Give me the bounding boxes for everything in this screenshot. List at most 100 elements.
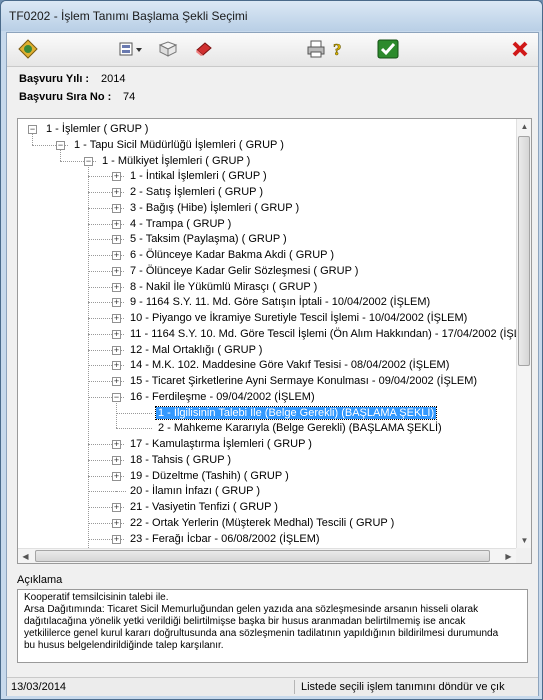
tree-node[interactable]: 10 - Piyango ve İkramiye Suretiyle Tesci…	[128, 310, 469, 326]
tree-node[interactable]: 2 - Mahkeme Kararıyla (Belge Gerekli) (B…	[156, 420, 444, 436]
sequence-label: Başvuru Sıra No :	[19, 91, 112, 103]
collapse-icon[interactable]: −	[112, 392, 121, 402]
tree-node[interactable]: 15 - Ticaret Şirketlerine Ayni Sermaye K…	[128, 373, 479, 389]
expand-icon[interactable]: +	[112, 503, 121, 512]
vertical-scroll-thumb[interactable]	[518, 136, 530, 366]
tree-node-label: 23 - Ferağı İcbar - 06/08/2002 (İŞLEM)	[130, 532, 320, 545]
expand-icon[interactable]: +	[112, 455, 121, 465]
tree-node[interactable]: 1 - İşlemler ( GRUP )	[44, 121, 150, 137]
description-line: yetkililerce genel kurul kararı doğrultu…	[24, 628, 499, 639]
scroll-up-icon[interactable]: ▲	[517, 119, 531, 134]
tree-node[interactable]: 2 - Satış İşlemleri ( GRUP )	[128, 184, 265, 200]
tree-node[interactable]: 5 - Taksim (Paylaşma) ( GRUP )	[128, 231, 289, 247]
status-bar: 13/03/2014 Listede seçili işlem tanımını…	[7, 677, 538, 696]
tree-node[interactable]: 1 - İntikal İşlemleri ( GRUP )	[128, 168, 269, 184]
tree-node-label: 22 - Ortak Yerlerin (Müşterek Medhal) Te…	[130, 516, 395, 529]
vertical-scrollbar[interactable]: ▲ ▼	[516, 119, 531, 548]
tree-node[interactable]: 1 - Mülkiyet İşlemleri ( GRUP )	[100, 153, 252, 169]
scroll-right-icon[interactable]: ▶	[501, 549, 516, 563]
tree-node[interactable]: 4 - Trampa ( GRUP )	[128, 216, 233, 232]
tree-node[interactable]: 17 - Kamulaştırma İşlemleri ( GRUP )	[128, 436, 314, 452]
tree-node-label: 21 - Vasiyetin Tenfizi ( GRUP )	[130, 501, 278, 513]
collapse-icon[interactable]: −	[28, 125, 37, 134]
expand-icon[interactable]: +	[112, 235, 121, 245]
tree-connector-line	[60, 148, 61, 161]
tree-node-label: 12 - Mal Ortaklığı ( GRUP )	[130, 343, 263, 356]
expand-icon[interactable]: +	[112, 329, 121, 339]
eraser-icon[interactable]	[193, 39, 215, 59]
expand-icon[interactable]: +	[112, 251, 121, 260]
tree-node[interactable]: 3 - Bağış (Hibe) İşlemleri ( GRUP )	[128, 200, 301, 216]
tree-node[interactable]: 8 - Nakil İle Yükümlü Mirasçı ( GRUP )	[128, 279, 319, 295]
expand-icon[interactable]: +	[112, 518, 121, 528]
scroll-corner	[516, 548, 531, 563]
description-label: Açıklama	[17, 574, 63, 586]
expand-icon[interactable]: +	[112, 361, 121, 371]
tree-node[interactable]: 23 - Ferağı İcbar - 06/08/2002 (İŞLEM)	[128, 531, 322, 547]
status-separator	[294, 680, 295, 694]
expand-icon[interactable]: +	[112, 188, 121, 197]
tree-node-label: 1 - Mülkiyet İşlemleri ( GRUP )	[102, 154, 251, 167]
collapse-icon[interactable]: −	[56, 140, 65, 150]
tree-connector-line	[116, 491, 126, 493]
scroll-left-icon[interactable]: ◀	[18, 549, 33, 563]
tree-node[interactable]: 1 - İlgilisinin Talebi İle (Belge Gerekl…	[154, 405, 438, 421]
expand-icon[interactable]: +	[112, 172, 121, 182]
description-line: Kooperatif temsilcisinin talebi ile.	[24, 592, 169, 603]
tree-node-label: 14 - M.K. 102. Maddesine Göre Vakıf Tesi…	[130, 359, 450, 372]
scroll-down-icon[interactable]: ▼	[517, 533, 531, 548]
title-bar: TF0202 - İşlem Tanımı Başlama Şekli Seçi…	[1, 1, 542, 31]
expand-icon[interactable]: +	[112, 440, 121, 449]
horizontal-scroll-thumb[interactable]	[35, 550, 490, 562]
expand-icon[interactable]: +	[112, 266, 121, 276]
tree-connector-line	[116, 412, 152, 414]
tree-node-label: 7 - Ölünceye Kadar Gelir Sözleşmesi ( GR…	[130, 264, 359, 277]
expand-icon[interactable]: +	[112, 203, 121, 213]
tree-node[interactable]: 12 - Mal Ortaklığı ( GRUP )	[128, 342, 264, 358]
sequence-value: 74	[123, 91, 136, 103]
tree-node[interactable]: 21 - Vasiyetin Tenfizi ( GRUP )	[128, 499, 280, 515]
expand-icon[interactable]: +	[112, 298, 121, 308]
tree-node[interactable]: 16 - Ferdileşme - 09/04/2002 (İŞLEM)	[128, 389, 317, 405]
operation-tree[interactable]: −1 - İşlemler ( GRUP ) −1 - Tapu Sicil Mü…	[17, 118, 532, 564]
description-box: Kooperatif temsilcisinin talebi ile. Ars…	[17, 589, 528, 663]
help-icon[interactable]: ?	[327, 39, 349, 59]
printer-icon[interactable]	[305, 39, 327, 59]
expand-icon[interactable]: +	[112, 314, 121, 323]
expand-icon[interactable]: +	[112, 534, 121, 544]
tree-node-label: 3 - Bağış (Hibe) İşlemleri ( GRUP )	[130, 201, 300, 214]
tree-node[interactable]: 14 - M.K. 102. Maddesine Göre Vakıf Tesi…	[128, 357, 451, 373]
tree-node-label: 4 - Trampa ( GRUP )	[130, 217, 232, 230]
refresh-icon[interactable]	[17, 39, 39, 59]
tree-node[interactable]: 22 - Ortak Yerlerin (Müşterek Medhal) Te…	[128, 515, 396, 531]
window-title: TF0202 - İşlem Tanımı Başlama Şekli Seçi…	[9, 9, 248, 23]
tree-node-label: 1 - İlgilisinin Talebi İle (Belge Gerekl…	[154, 405, 438, 420]
status-message: Listede seçili işlem tanımını döndür ve …	[301, 681, 505, 693]
ok-check-icon[interactable]	[377, 39, 399, 59]
tree-node[interactable]: 19 - Düzeltme (Tashih) ( GRUP )	[128, 468, 291, 484]
expand-icon[interactable]: +	[112, 282, 121, 292]
tree-node[interactable]: 1 - Tapu Sicil Müdürlüğü İşlemleri ( GRU…	[72, 137, 286, 153]
tree-node[interactable]: 6 - Ölünceye Kadar Bakma Akdi ( GRUP )	[128, 247, 336, 263]
tree-node[interactable]: 20 - İlamın İnfazı ( GRUP )	[128, 483, 262, 499]
toolbar: ?	[7, 33, 538, 67]
description-line: bu husus belgelendirildiğinde talep karş…	[24, 640, 224, 651]
print-preview-icon[interactable]	[117, 39, 145, 59]
tree-node[interactable]: 7 - Ölünceye Kadar Gelir Sözleşmesi ( GR…	[128, 263, 360, 279]
expand-icon[interactable]: +	[112, 219, 121, 229]
horizontal-scrollbar[interactable]: ◀ ▶	[18, 548, 516, 563]
tree-node-label: 19 - Düzeltme (Tashih) ( GRUP )	[130, 469, 289, 482]
tree-node-label: 1 - Tapu Sicil Müdürlüğü İşlemleri ( GRU…	[74, 138, 284, 151]
close-icon[interactable]	[509, 39, 531, 59]
year-label: Başvuru Yılı :	[19, 73, 90, 85]
collapse-icon[interactable]: −	[84, 156, 93, 166]
tree-node[interactable]: 9 - 1164 S.Y. 11. Md. Göre Satışın İptal…	[128, 294, 432, 310]
description-line: Arsa Dağıtımında: Ticaret Sicil Memurluğ…	[24, 604, 479, 615]
book-icon[interactable]	[157, 39, 179, 59]
expand-icon[interactable]: +	[112, 377, 121, 386]
expand-icon[interactable]: +	[112, 471, 121, 481]
description-line: dağıtılacağına yönelik yetki verildiği b…	[24, 616, 466, 627]
tree-node[interactable]: 11 - 1164 S.Y. 10. Md. Göre Tescil İşlem…	[128, 326, 516, 342]
expand-icon[interactable]: +	[112, 345, 121, 355]
tree-node[interactable]: 18 - Tahsis ( GRUP )	[128, 452, 233, 468]
